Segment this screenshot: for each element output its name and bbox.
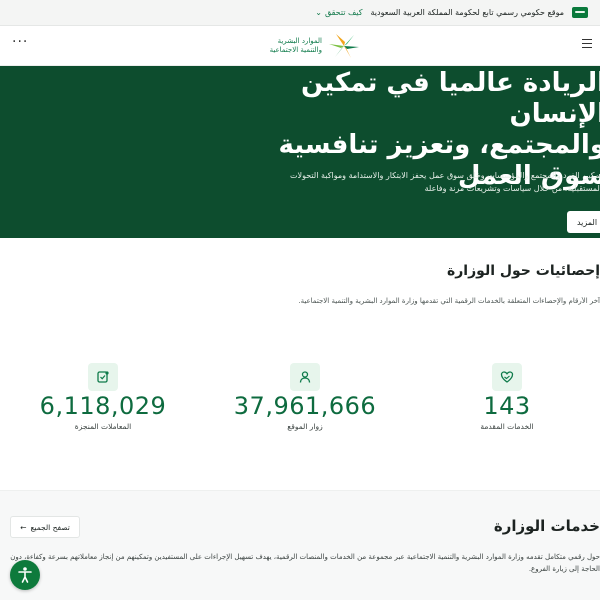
main-header: الموارد البشرية والتنمية الاجتماعية ···	[0, 26, 600, 66]
logo-text: الموارد البشرية والتنمية الاجتماعية	[270, 37, 322, 55]
chevron-down-icon: ⌄	[315, 8, 322, 17]
hero-title-line2: والمجتمع، وتعزيز تنافسية	[278, 130, 600, 160]
browse-all-label: تصفح الجميع	[30, 522, 70, 532]
heart-hand-icon	[492, 363, 522, 391]
hero-description: تمكين الفرد والمجتمع والمؤسسات وخلق سوق …	[282, 169, 600, 195]
logo-line1: الموارد البشرية	[277, 37, 322, 45]
stat-transactions: 6,118,029 المعاملات المنجزة	[13, 363, 193, 431]
accessibility-icon	[18, 567, 32, 583]
document-check-icon	[88, 363, 118, 391]
stat-label: زوار الموقع	[287, 422, 323, 431]
ministry-logo[interactable]: الموارد البشرية والتنمية الاجتماعية	[262, 30, 362, 62]
services-title: خدمات الوزارة	[493, 517, 600, 535]
gov-banner: موقع حكومي رسمي تابع لحكومة المملكة العر…	[0, 0, 600, 26]
stat-visitors: 37,961,666 زوار الموقع	[215, 363, 395, 431]
accessibility-button[interactable]	[10, 560, 40, 590]
ministry-logo-icon	[329, 34, 359, 58]
browse-all-button[interactable]: تصفح الجميع ←	[10, 516, 80, 538]
more-options-icon[interactable]: ···	[12, 34, 28, 50]
gov-banner-text: موقع حكومي رسمي تابع لحكومة المملكة العر…	[370, 8, 564, 17]
services-description-line2: الحاجة إلى زيارة الفروع.	[528, 565, 600, 573]
arrow-left-icon: ←	[20, 522, 27, 532]
services-description-line1: حول رقمي متكامل تقدمه وزارة الموارد البش…	[10, 553, 600, 561]
hero-description-line2: المستقبلية، من خلال سياسات وتشريعات مرنة…	[424, 184, 600, 193]
user-icon	[290, 363, 320, 391]
hero-description-line1: تمكين الفرد والمجتمع والمؤسسات وخلق سوق …	[290, 171, 600, 180]
services-section: خدمات الوزارة تصفح الجميع ← حول رقمي متك…	[0, 490, 600, 600]
verify-label: كيف تتحقق	[324, 8, 363, 17]
verify-toggle[interactable]: كيف تتحقق ⌄	[315, 8, 362, 17]
more-button[interactable]: المزيد	[567, 211, 600, 233]
stat-value: 143	[483, 392, 531, 420]
saudi-flag-icon	[572, 7, 588, 18]
hero-title-line1: الريادة عالميا في تمكين الإنسان	[301, 68, 600, 129]
stat-services: 143 الخدمات المقدمة	[417, 363, 597, 431]
logo-line2: والتنمية الاجتماعية	[269, 46, 322, 54]
menu-icon[interactable]	[582, 39, 592, 49]
stat-value: 6,118,029	[39, 392, 167, 420]
stats-title: إحصائيات حول الوزارة	[446, 263, 600, 279]
stat-value: 37,961,666	[233, 392, 377, 420]
services-description: حول رقمي متكامل تقدمه وزارة الموارد البش…	[0, 551, 600, 575]
stat-label: الخدمات المقدمة	[480, 422, 534, 431]
stats-description: آخر الأرقام والإحصاءات المتعلقة بالخدمات…	[298, 297, 600, 305]
hero-banner: الريادة عالميا في تمكين الإنسان والمجتمع…	[0, 66, 600, 238]
stat-label: المعاملات المنجزة	[74, 422, 132, 431]
